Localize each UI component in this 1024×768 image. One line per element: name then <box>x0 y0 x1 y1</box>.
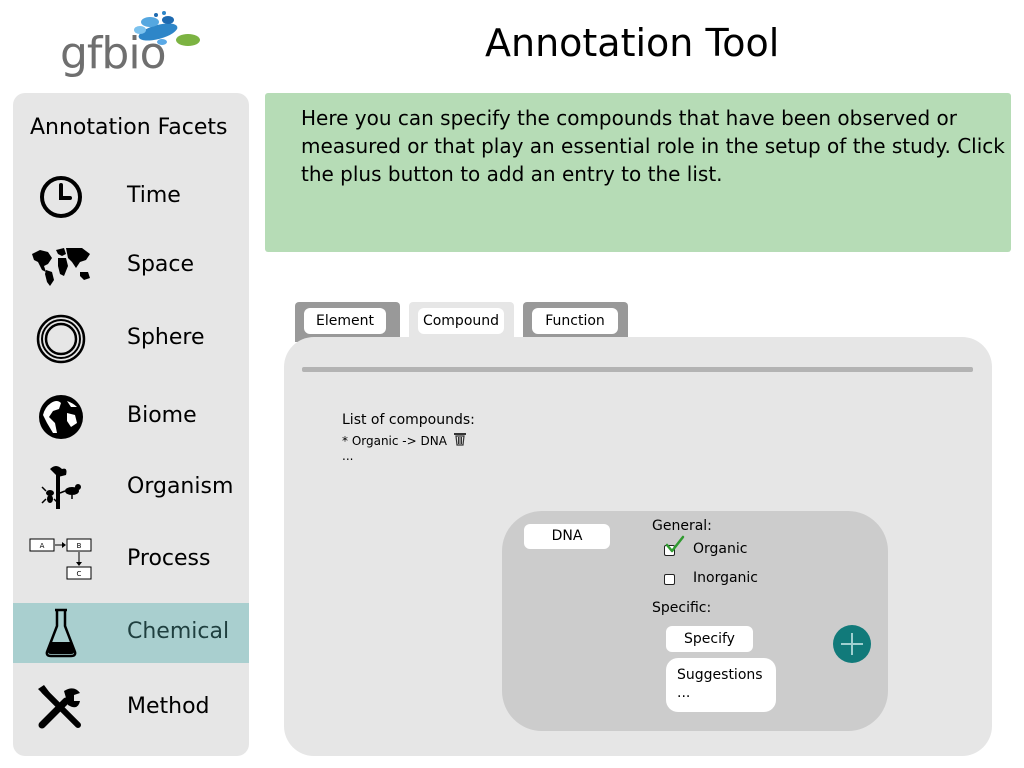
tab-function[interactable]: Function <box>523 302 628 342</box>
gfbio-logo: gfbio <box>60 10 210 80</box>
facet-label: Sphere <box>127 325 205 350</box>
facet-sphere[interactable]: Sphere <box>13 309 249 369</box>
info-banner: Here you can specify the compounds that … <box>265 93 1011 252</box>
facet-space[interactable]: Space <box>13 236 249 296</box>
list-more: ... <box>342 449 354 463</box>
process-node-a: A <box>40 542 45 550</box>
tab-element[interactable]: Element <box>295 302 400 342</box>
facet-organism[interactable]: Organism <box>13 458 249 518</box>
logo-splash-icon <box>134 11 200 46</box>
facet-method[interactable]: Method <box>13 678 249 738</box>
add-button[interactable] <box>833 625 871 663</box>
facets-sidebar: Annotation Facets Time Space Sphere Biom… <box>13 93 249 756</box>
option-label: Inorganic <box>693 570 759 586</box>
compound-list-label: List of compounds: <box>342 412 475 428</box>
general-label: General: <box>652 518 712 534</box>
facet-label: Space <box>127 252 195 277</box>
compound-editor: DNA General: Organic Inorganic Specific:… <box>502 511 888 731</box>
facet-label: Time <box>127 183 181 208</box>
facet-biome[interactable]: Biome <box>13 387 249 447</box>
facet-time[interactable]: Time <box>13 167 249 227</box>
flask-icon <box>29 608 93 658</box>
app-title: Annotation Tool <box>485 21 780 65</box>
facet-process[interactable]: A B C Process <box>13 530 249 590</box>
list-item: * Organic -> DNA <box>342 432 467 448</box>
clock-icon <box>29 173 93 221</box>
compound-panel: List of compounds: * Organic -> DNA ... … <box>284 337 992 756</box>
facets-title: Annotation Facets <box>30 115 228 140</box>
tools-icon <box>29 684 93 732</box>
divider <box>302 367 973 372</box>
process-node-c: C <box>77 570 82 578</box>
plus-icon <box>841 633 863 655</box>
tab-label: Function <box>532 308 618 334</box>
tab-label: Element <box>304 308 386 334</box>
facet-label: Biome <box>127 403 197 428</box>
trash-icon[interactable] <box>453 432 467 446</box>
globe-icon <box>29 393 93 441</box>
world-map-icon <box>29 242 93 290</box>
facet-label: Chemical <box>127 619 230 644</box>
facet-label: Organism <box>127 474 234 499</box>
tab-label: Compound <box>418 308 504 334</box>
facet-label: Method <box>127 694 210 719</box>
tree-ant-bird-icon <box>29 464 93 512</box>
specific-label: Specific: <box>652 600 712 616</box>
compound-name-field[interactable]: DNA <box>524 524 610 549</box>
facet-label: Process <box>127 546 211 571</box>
info-text: Here you can specify the compounds that … <box>301 106 1005 186</box>
suggestions-box[interactable]: Suggestions ... <box>666 658 776 712</box>
inorganic-checkbox[interactable] <box>664 574 675 585</box>
suggestions-title: Suggestions <box>677 667 763 683</box>
specify-input[interactable]: Specify <box>666 626 753 652</box>
suggestions-more: ... <box>677 685 691 701</box>
checkmark-icon <box>665 535 685 553</box>
process-node-b: B <box>77 542 82 550</box>
concentric-circles-icon <box>29 314 93 364</box>
process-flow-icon: A B C <box>29 536 93 584</box>
compound-entry: * Organic -> DNA <box>342 434 447 448</box>
facet-chemical[interactable]: Chemical <box>13 603 249 663</box>
option-label: Organic <box>693 541 748 557</box>
